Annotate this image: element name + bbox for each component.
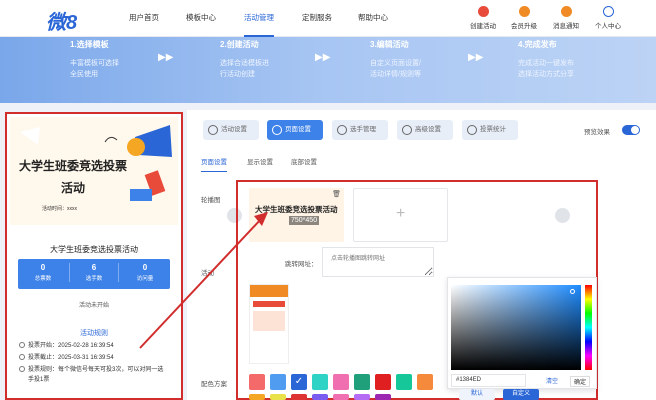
page-icon [272, 125, 282, 135]
poster-title: 大学生班委竞选投票活动 [18, 159, 127, 195]
swatch[interactable] [249, 394, 265, 400]
step-4: 4.完成发布 完成活动一键发布 选择活动方式分享 [518, 40, 574, 78]
activity-status: 活动未开始 [78, 303, 109, 309]
custom-button[interactable]: 自定义 [503, 389, 539, 400]
nav-activity-manage[interactable]: 活动管理 [244, 0, 274, 37]
activity-label: 活动 [201, 270, 214, 277]
swatch[interactable] [375, 394, 391, 400]
color-picker-popup: #1384ED 清空 确定 [447, 277, 597, 389]
top-navbar: 微8 用户首页 模板中心 活动管理 定制服务 帮助中心 创建活动 会员升级 消息… [0, 0, 656, 37]
step-arrow-icon: ▶▶ [468, 52, 484, 63]
swatch[interactable] [354, 394, 370, 400]
stat-visits: 0 访问量 [136, 263, 154, 282]
nav-home[interactable]: 用户首页 [129, 0, 159, 37]
carousel-label: 轮播图 [201, 197, 221, 204]
swatch[interactable] [396, 374, 412, 390]
subtab-footer-settings[interactable]: 底部设置 [291, 156, 317, 166]
swatch[interactable] [291, 394, 307, 400]
nav-custom-service[interactable]: 定制服务 [302, 0, 332, 37]
rule-start: 投票开始：2025-02-28 16:39:54 [19, 341, 169, 351]
thumbnail-size: 750*450 [289, 216, 320, 225]
gear-icon [402, 125, 412, 135]
color-scheme-label: 配色方案 [201, 381, 227, 388]
user-center-label[interactable]: 个人中心 [595, 20, 621, 30]
rule-vote: 投票规则：每个微信号每天可投3次，可以对同一选手投1票 [19, 365, 169, 385]
create-activity-icon[interactable] [478, 6, 489, 17]
clock-icon [19, 342, 25, 348]
activity-title: 大学生班委竞选投票活动 [50, 245, 138, 254]
create-activity-label[interactable]: 创建活动 [470, 20, 496, 30]
rules-title: 活动规则 [80, 330, 108, 337]
swatch[interactable] [333, 374, 349, 390]
tool-page-settings[interactable]: 页面设置 [267, 120, 323, 140]
notification-label[interactable]: 消息通知 [553, 20, 579, 30]
plus-icon: + [396, 205, 406, 222]
thumbnail-title: 大学生班委竞选投票活动 [255, 205, 338, 214]
color-saturation-area[interactable] [451, 285, 581, 370]
confirm-color-button[interactable]: 确定 [570, 376, 591, 387]
info-icon [19, 366, 25, 372]
user-center-icon[interactable] [603, 6, 614, 17]
vip-upgrade-icon[interactable] [519, 6, 530, 17]
swatch[interactable] [270, 374, 286, 390]
subtab-page-settings[interactable]: 页面设置 [201, 156, 227, 172]
jump-url-input[interactable] [322, 247, 434, 277]
clear-color-button[interactable]: 清空 [546, 376, 558, 385]
chart-icon [467, 125, 477, 135]
nav-templates[interactable]: 模板中心 [186, 0, 216, 37]
user-icon [337, 125, 347, 135]
url-label: 跳转网址： [285, 261, 318, 268]
vip-upgrade-label[interactable]: 会员升级 [511, 20, 537, 30]
swatch[interactable] [270, 394, 286, 400]
swatch[interactable] [312, 374, 328, 390]
step-arrow-icon: ▶▶ [315, 52, 331, 63]
swatch[interactable] [375, 374, 391, 390]
steps-banner: 1.选择模板 丰富模板可选择 全民使用 ▶▶ 2.创建活动 选择合适模板进 行活动创… [0, 37, 656, 103]
step-arrow-icon: ▶▶ [158, 52, 174, 63]
subtab-display-settings[interactable]: 显示设置 [247, 156, 273, 166]
stats-bar: 0 总票数 6 选手数 0 访问量 [18, 259, 170, 289]
clock-icon [19, 354, 25, 360]
step-3: 3.编辑活动 自定义页面设置/活动详情/规则等 [370, 40, 421, 78]
logo[interactable]: 微8 [46, 6, 77, 35]
poster-image: 大学生班委竞选投票活动 活动时间：xxxx [10, 117, 178, 225]
stat-total-votes: 0 总票数 [34, 263, 52, 282]
swatch[interactable] [249, 374, 265, 390]
swatch-selected[interactable]: ✓ [291, 374, 307, 390]
settings-icon [208, 125, 218, 135]
tool-vote-statistics[interactable]: 投票统计 [462, 120, 518, 140]
hex-input[interactable]: #1384ED [451, 374, 526, 387]
carousel-thumbnail[interactable]: 大学生班委竞选投票活动 750*450 🗑 [249, 188, 344, 242]
default-button[interactable]: 默认 [459, 389, 495, 400]
preview-effect-toggle[interactable] [622, 125, 640, 135]
nav-help-center[interactable]: 帮助中心 [358, 0, 388, 37]
swatch[interactable] [417, 374, 433, 390]
poster-time: 活动时间：xxxx [42, 206, 78, 212]
hue-slider[interactable] [585, 285, 592, 370]
stat-contestants: 6 选手数 [69, 263, 119, 282]
swatch[interactable] [354, 374, 370, 390]
swatch[interactable] [333, 394, 349, 400]
tool-activity-settings[interactable]: 活动设置 [203, 120, 259, 140]
add-carousel-image[interactable]: + [353, 188, 448, 242]
delete-icon[interactable]: 🗑 [332, 190, 341, 198]
tool-contestant-manage[interactable]: 选手管理 [332, 120, 388, 140]
settings-panel: 活动设置 页面设置 选手管理 高级设置 投票统计 预览效果 页面设置 显示设置 … [187, 110, 656, 400]
mobile-preview-panel: 大学生班委竞选投票活动 活动时间：xxxx 大学生班委竞选投票活动 0 总票数 6… [5, 112, 183, 400]
preview-effect-label: 预览效果 [584, 129, 610, 136]
tool-advanced-settings[interactable]: 高级设置 [397, 120, 453, 140]
mobile-thumbnail[interactable] [249, 284, 289, 364]
notification-icon[interactable] [561, 6, 572, 17]
rule-end: 投票截止：2025-03-31 16:39:54 [19, 353, 169, 363]
swatch[interactable] [312, 394, 328, 400]
step-1: 1.选择模板 丰富模板可选择 全民使用 [70, 40, 119, 78]
step-2: 2.创建活动 选择合适模板进 行活动创建 [220, 40, 269, 78]
